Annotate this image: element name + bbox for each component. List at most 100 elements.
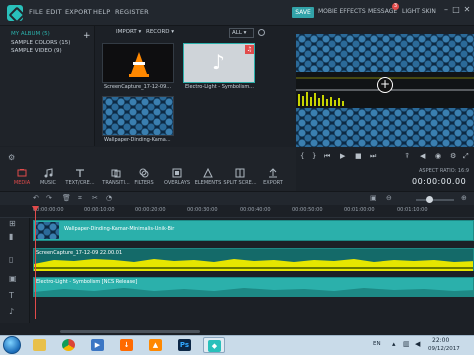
rewind-icon[interactable]: ⏮ bbox=[324, 152, 330, 161]
tab-music[interactable]: MUSIC bbox=[30, 168, 66, 186]
ruler-tick: 00:00:40:00 bbox=[240, 207, 271, 213]
light-skin-toggle[interactable]: LIGHT SKIN bbox=[402, 8, 436, 15]
timeline-scrollbar[interactable] bbox=[60, 330, 200, 333]
timeline-clip-audio[interactable]: Electro-Light - Symbolism [NCS Release] bbox=[33, 277, 474, 297]
timeline-tracks[interactable]: Wallpaper-Dinding-Kamar-Minimalis-Unik-B… bbox=[31, 218, 474, 323]
menu-edit[interactable]: EDIT bbox=[46, 8, 62, 16]
tab-filters[interactable]: FILTERS bbox=[126, 168, 162, 186]
zoom-out-icon[interactable]: ⊖ bbox=[386, 194, 392, 202]
zoom-slider[interactable] bbox=[416, 199, 454, 201]
play-icon[interactable]: ▶ bbox=[340, 152, 345, 160]
tab-export[interactable]: EXPORT bbox=[255, 168, 291, 186]
maximize-icon[interactable]: □ bbox=[451, 5, 461, 15]
tray-arrow-icon[interactable]: ▴ bbox=[392, 340, 396, 348]
network-icon[interactable]: ▥ bbox=[403, 340, 410, 348]
zoom-slider-knob[interactable] bbox=[426, 196, 433, 203]
taskbar-photoshop[interactable]: Ps bbox=[174, 337, 196, 353]
taskbar-filmora[interactable]: ◆ bbox=[203, 337, 225, 353]
media-filter-select[interactable]: ALL ▾ bbox=[229, 28, 254, 38]
taskbar-chrome[interactable] bbox=[58, 337, 80, 353]
album-sample-video[interactable]: SAMPLE VIDEO (9) bbox=[11, 48, 62, 54]
settings-gear-icon[interactable]: ⚙ bbox=[450, 152, 456, 160]
media-item-wallpaper[interactable] bbox=[102, 96, 174, 136]
clock-date[interactable]: 09/12/2017 bbox=[428, 346, 460, 352]
media-item-electro-light[interactable]: ♪ ♫ bbox=[183, 43, 255, 83]
redo-icon[interactable]: ↷ bbox=[46, 194, 52, 202]
downloader-icon: ↓ bbox=[120, 339, 133, 351]
timeline-clip-screencapture[interactable]: ScreenCapture_17-12-09 22.00.01 bbox=[33, 248, 474, 271]
clip-label: Wallpaper-Dinding-Kamar-Minimalis-Unik-B… bbox=[64, 226, 175, 232]
preview-pattern-top bbox=[296, 34, 474, 72]
mark-out-icon[interactable]: } bbox=[312, 152, 316, 160]
import-label: IMPORT bbox=[116, 29, 137, 35]
close-icon[interactable]: ✕ bbox=[462, 5, 472, 15]
snap-icon[interactable]: ▣ bbox=[370, 194, 377, 202]
zoom-in-icon[interactable]: ⊕ bbox=[461, 194, 467, 202]
music-track-icon[interactable]: ♪ bbox=[9, 307, 14, 316]
tab-split-screen[interactable]: SPLIT SCRE... bbox=[222, 168, 258, 186]
media-icon bbox=[17, 169, 27, 177]
video-track-icon[interactable]: ▮ bbox=[9, 232, 13, 241]
volume-icon[interactable]: ◀ bbox=[420, 152, 425, 160]
elements-icon bbox=[203, 168, 213, 178]
menu-file[interactable]: FILE bbox=[29, 8, 43, 16]
music-note-icon: ♪ bbox=[212, 50, 225, 74]
preview-pattern-bottom bbox=[296, 108, 474, 147]
volume-tray-icon[interactable]: ◀ bbox=[415, 340, 420, 348]
taskbar-downloader[interactable]: ↓ bbox=[116, 337, 138, 353]
timeline-clip-wallpaper[interactable]: Wallpaper-Dinding-Kamar-Minimalis-Unik-B… bbox=[33, 220, 474, 241]
mark-in-icon[interactable]: { bbox=[300, 152, 304, 160]
taskbar-vlc[interactable]: ▲ bbox=[145, 337, 167, 353]
timeline-toolbar bbox=[0, 191, 474, 205]
menu-register[interactable]: REGISTER bbox=[115, 8, 149, 16]
pip-track-icon[interactable]: ▯ bbox=[9, 255, 13, 264]
add-to-timeline-icon[interactable]: + bbox=[377, 77, 393, 93]
album-my-album[interactable]: MY ALBUM (5) bbox=[11, 31, 50, 37]
export-icon bbox=[269, 168, 277, 178]
tab-export-label: EXPORT bbox=[263, 180, 283, 186]
speed-icon[interactable]: ◔ bbox=[106, 194, 112, 202]
delete-icon[interactable]: 🗑 bbox=[62, 194, 71, 202]
tab-elements[interactable]: ELEMENTS bbox=[190, 168, 226, 186]
taskbar-explorer[interactable] bbox=[29, 337, 51, 353]
clock-time[interactable]: 22:00 bbox=[432, 337, 449, 344]
import-dropdown[interactable]: IMPORT ▾ bbox=[116, 29, 141, 35]
timecode-display: 00:00:00.00 bbox=[412, 177, 467, 186]
effects-track-icon[interactable]: ▣ bbox=[9, 274, 17, 283]
stop-icon[interactable]: ■ bbox=[355, 152, 362, 160]
taskbar-player[interactable]: ▶ bbox=[87, 337, 109, 353]
split-icon[interactable]: ✂ bbox=[92, 194, 98, 202]
chrome-icon bbox=[62, 339, 75, 351]
crop-icon[interactable]: ⌗ bbox=[78, 194, 82, 203]
album-sample-colors[interactable]: SAMPLE COLORS (15) bbox=[11, 40, 70, 46]
tab-text-credits[interactable]: TEXT/CRE... bbox=[62, 168, 98, 186]
tab-music-label: MUSIC bbox=[39, 180, 57, 186]
audio-badge-icon: ♫ bbox=[245, 45, 254, 54]
folder-icon bbox=[33, 339, 46, 351]
add-album-button[interactable]: + bbox=[83, 31, 91, 41]
clip-thumbnail bbox=[35, 222, 59, 239]
record-dropdown[interactable]: RECORD ▾ bbox=[146, 29, 174, 35]
microphone-icon[interactable]: ⍒ bbox=[405, 152, 409, 161]
snapshot-icon[interactable]: ◉ bbox=[435, 152, 441, 160]
text-track-icon[interactable]: T bbox=[9, 291, 14, 300]
media-caption: Electro-Light - Symbolism... bbox=[185, 84, 254, 90]
fullscreen-icon[interactable]: ⤢ bbox=[463, 152, 469, 161]
undo-icon[interactable]: ↶ bbox=[33, 194, 39, 202]
add-track-icon[interactable]: ⊞ bbox=[9, 219, 16, 228]
ruler-tick: 00:00:20:00 bbox=[135, 207, 166, 213]
search-icon[interactable] bbox=[258, 29, 265, 36]
mobile-effects-link[interactable]: MOBIE EFFECTS bbox=[318, 8, 366, 15]
menu-export[interactable]: EXPORT bbox=[65, 8, 92, 16]
save-button[interactable]: SAVE bbox=[292, 7, 314, 18]
start-button[interactable] bbox=[3, 336, 21, 354]
minimize-icon[interactable]: – bbox=[441, 5, 451, 15]
keyboard-language[interactable]: EN bbox=[373, 341, 381, 347]
forward-icon[interactable]: ⏭ bbox=[370, 152, 376, 161]
ruler-tick: 00:00:50:00 bbox=[292, 207, 323, 213]
playhead[interactable] bbox=[35, 209, 36, 319]
tab-text-label: TEXT/CRE... bbox=[65, 180, 95, 186]
media-item-screencapture[interactable] bbox=[102, 43, 174, 83]
library-settings-icon[interactable]: ⚙ bbox=[8, 153, 15, 162]
menu-help[interactable]: HELP bbox=[93, 8, 110, 16]
